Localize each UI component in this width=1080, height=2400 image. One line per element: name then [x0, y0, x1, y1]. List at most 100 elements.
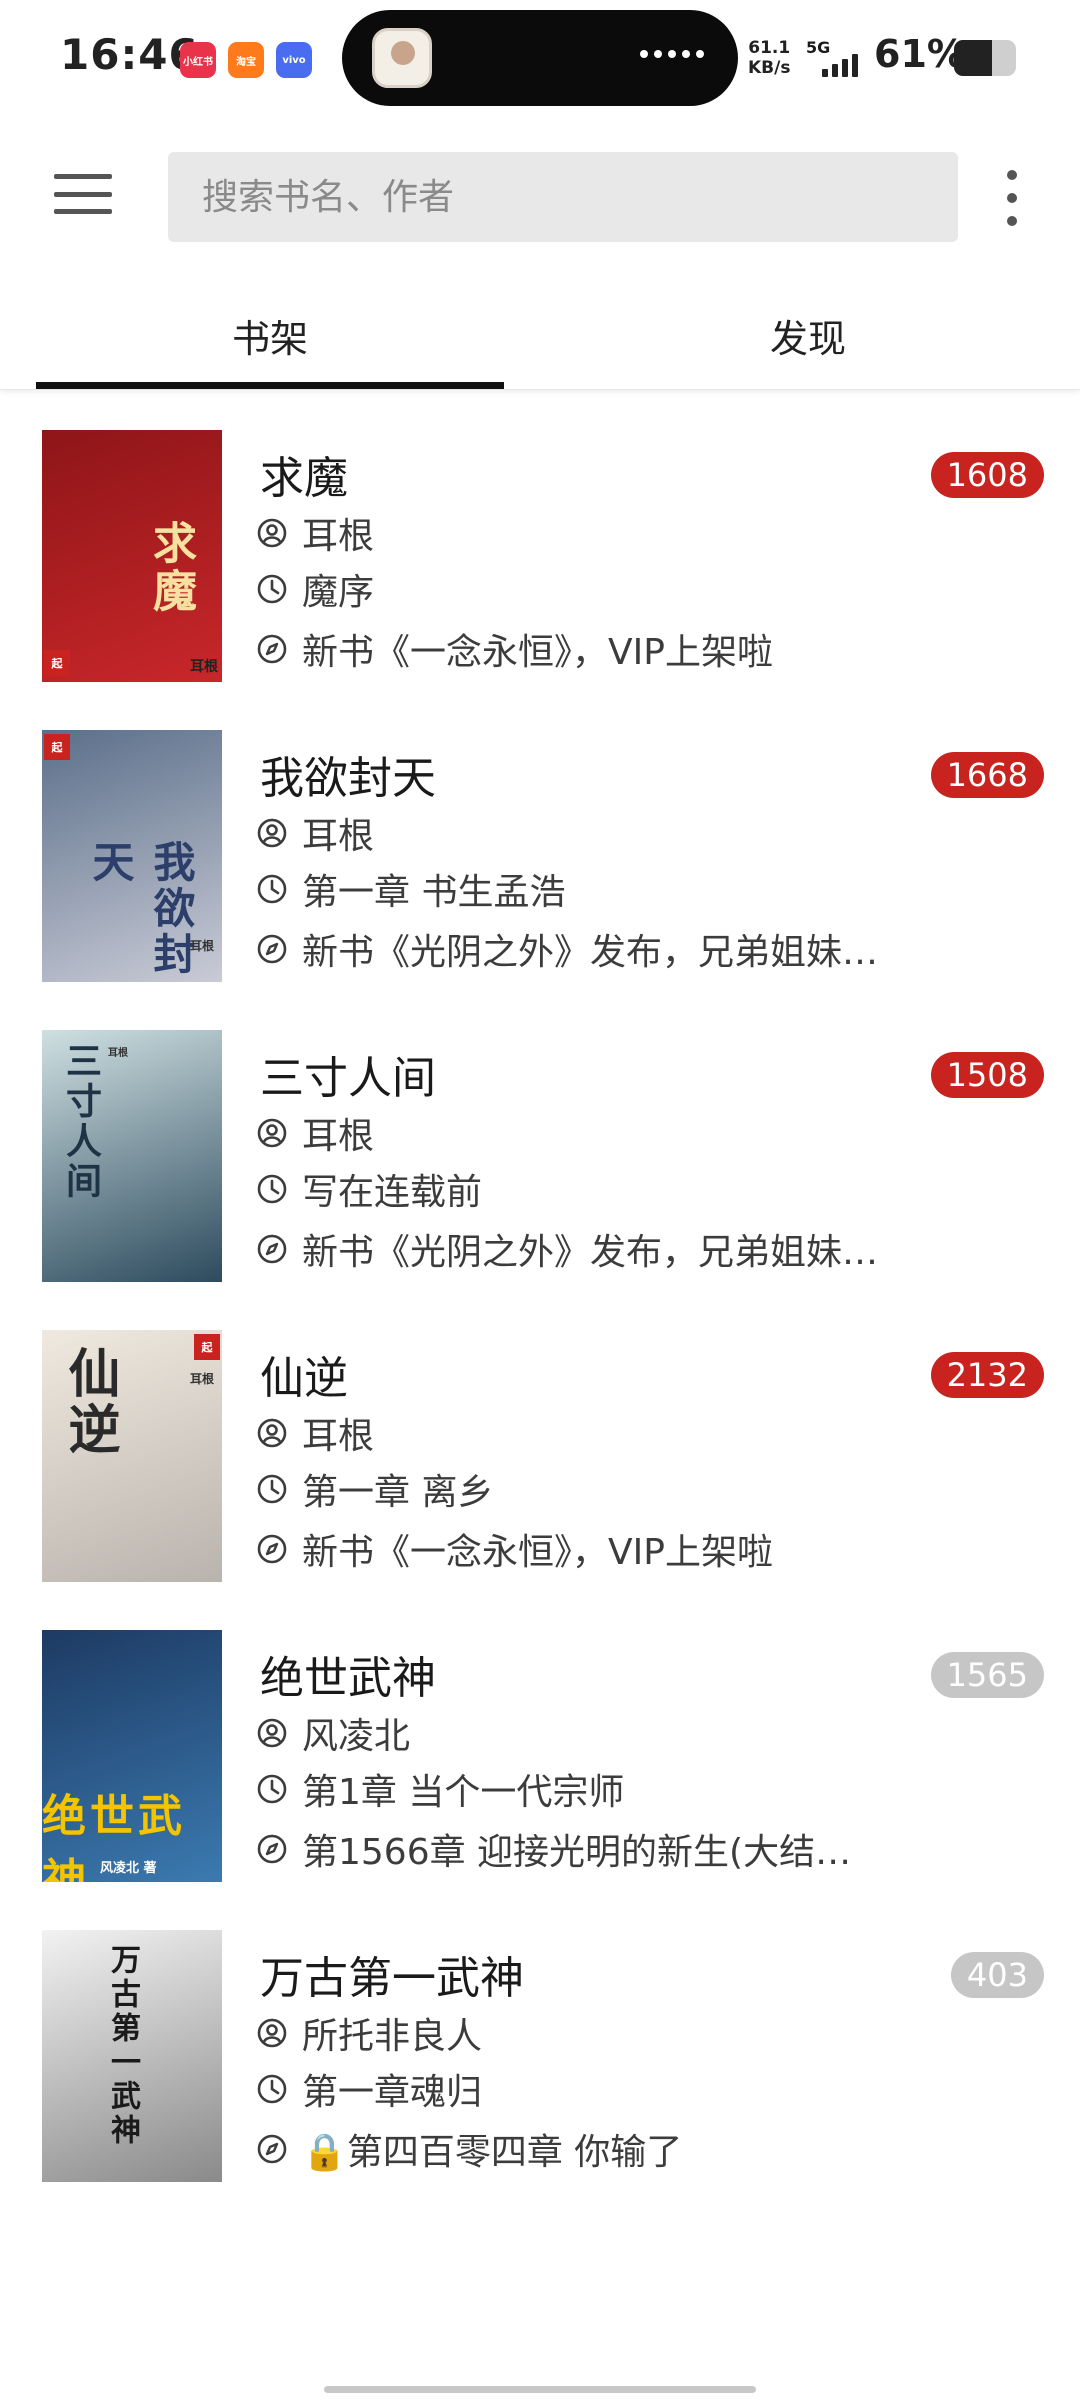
active-tab-indicator	[36, 382, 504, 389]
book-read-chapter-row: 第1章 当个一代宗师	[256, 1763, 624, 1815]
network-speed: 61.1 KB/s	[748, 38, 790, 78]
book-read-chapter-row: 第一章魂归	[256, 2063, 482, 2115]
book-cover: 绝世武神 风凌北 著 起	[42, 1630, 222, 1882]
book-cover: 求魔 耳根 起	[42, 430, 222, 682]
book-author-row: 耳根	[256, 507, 374, 559]
island-activity-indicator	[640, 50, 704, 58]
book-author: 所托非良人	[302, 2016, 483, 2057]
author-icon	[257, 818, 287, 848]
cover-author: 风凌北 著	[100, 1861, 157, 1876]
book-cover: 三寸人间 耳根 起	[42, 1030, 222, 1282]
unread-count-badge: 403	[950, 1952, 1044, 1998]
book-item[interactable]: 仙逆 耳根 起 仙逆 耳根 第一章 离乡 新书《一念永恒》，VIP上架啦 213…	[0, 1300, 1080, 1600]
book-item[interactable]: 三寸人间 耳根 起 三寸人间 耳根 写在连载前 新书《光阴之外	[0, 1000, 1080, 1300]
tab-bookshelf[interactable]: 书架	[36, 280, 504, 390]
clock-icon	[257, 574, 287, 604]
book-latest-chapter-row: 第1566章 迎接光明的新生(大结…	[256, 1823, 851, 1875]
book-latest-chapter: 新书《一念永恒》，VIP上架啦	[302, 1532, 773, 1573]
more-options-icon[interactable]	[992, 170, 1032, 226]
cover-publisher-badge: 起	[44, 734, 70, 760]
cover-author: 耳根	[189, 1372, 214, 1386]
book-latest-chapter-row: 新书《光阴之外》发布，兄弟姐妹…	[256, 923, 878, 975]
book-author: 耳根	[302, 1116, 375, 1157]
book-item[interactable]: 万古第一武神 起 万古第一武神 所托非良人 第一章魂归 🔒	[0, 1900, 1080, 2200]
author-icon	[257, 518, 287, 548]
author-icon	[257, 1118, 287, 1148]
cover-title: 仙逆	[59, 1346, 119, 1458]
book-latest-chapter: 新书《一念永恒》，VIP上架啦	[302, 632, 773, 673]
signal-bars-icon	[822, 54, 858, 77]
book-author: 耳根	[302, 516, 375, 557]
book-author: 耳根	[302, 816, 375, 857]
book-latest-chapter-row: 新书《一念永恒》，VIP上架啦	[256, 1523, 773, 1575]
book-read-chapter: 第1章 当个一代宗师	[302, 1772, 625, 1813]
book-read-chapter: 第一章 离乡	[302, 1472, 494, 1513]
book-latest-chapter: 新书《光阴之外》发布，兄弟姐妹…	[302, 1232, 879, 1273]
book-list: 求魔 耳根 起 求魔 耳根 魔序 新书《一念永恒》，VIP上架啦 1608 我欲…	[0, 400, 1080, 2200]
book-latest-chapter: 🔒第四百零四章 你输了	[302, 2132, 683, 2173]
book-item[interactable]: 我欲封天 耳根 起 我欲封天 耳根 第一章 书生孟浩 新书《光阴之外》发布，兄弟…	[0, 700, 1080, 1000]
book-cover: 万古第一武神 起	[42, 1930, 222, 2182]
unread-count-badge: 1508	[930, 1052, 1044, 1098]
compass-icon	[257, 1234, 287, 1264]
book-title: 仙逆	[260, 1353, 348, 1404]
book-read-chapter-row: 第一章 书生孟浩	[256, 863, 565, 915]
compass-icon	[257, 2134, 287, 2164]
clock-icon	[257, 1174, 287, 1204]
taobao-notification-icon: 淘宝	[228, 42, 264, 78]
book-read-chapter: 第一章魂归	[302, 2072, 483, 2113]
cover-author: 耳根	[108, 1048, 128, 1059]
book-item[interactable]: 求魔 耳根 起 求魔 耳根 魔序 新书《一念永恒》，VIP上架啦 1608	[0, 400, 1080, 700]
search-input[interactable]	[168, 152, 958, 242]
book-read-chapter: 第一章 书生孟浩	[302, 872, 566, 913]
cover-title: 万古第一武神	[105, 1944, 140, 2148]
book-latest-chapter: 第1566章 迎接光明的新生(大结…	[302, 1832, 852, 1873]
cover-publisher-badge: 起	[44, 650, 70, 676]
cover-author: 耳根	[190, 659, 218, 675]
book-author: 风凌北	[302, 1716, 411, 1757]
book-author: 耳根	[302, 1416, 375, 1457]
book-cover: 仙逆 耳根 起	[42, 1330, 222, 1582]
signal-icon: 5G	[806, 38, 866, 78]
unread-count-badge: 2132	[930, 1352, 1044, 1398]
unread-count-badge: 1668	[930, 752, 1044, 798]
notification-label: 淘宝	[236, 56, 256, 68]
book-latest-chapter: 新书《光阴之外》发布，兄弟姐妹…	[302, 932, 879, 973]
book-latest-chapter-row: 新书《光阴之外》发布，兄弟姐妹…	[256, 1223, 878, 1275]
book-author-row: 所托非良人	[256, 2007, 482, 2059]
menu-icon[interactable]	[54, 170, 112, 218]
book-item[interactable]: 绝世武神 风凌北 著 起 绝世武神 风凌北 第1章 当个一代宗师	[0, 1600, 1080, 1900]
cover-title: 求魔	[145, 520, 196, 616]
book-author-row: 耳根	[256, 1107, 374, 1159]
tab-discover[interactable]: 发现	[574, 280, 1042, 390]
book-title: 求魔	[260, 453, 348, 504]
book-read-chapter-row: 写在连载前	[256, 1163, 482, 1215]
cover-publisher-badge: 起	[194, 1334, 220, 1360]
battery-icon	[954, 40, 1016, 76]
home-indicator[interactable]	[324, 2386, 756, 2393]
book-read-chapter: 魔序	[302, 572, 375, 613]
clock-icon	[257, 1774, 287, 1804]
dynamic-island[interactable]	[342, 10, 738, 106]
author-icon	[257, 2018, 287, 2048]
cover-title: 三寸人间	[60, 1042, 101, 1202]
book-read-chapter-row: 第一章 离乡	[256, 1463, 493, 1515]
cover-author: 耳根	[189, 939, 214, 953]
book-read-chapter: 写在连载前	[302, 1172, 483, 1213]
unread-count-badge: 1565	[930, 1652, 1044, 1698]
network-speed-value: 61.1	[748, 38, 791, 58]
book-title: 万古第一武神	[260, 1953, 524, 2004]
search-bar[interactable]	[168, 152, 958, 242]
book-read-chapter-row: 魔序	[256, 563, 374, 615]
book-author-row: 耳根	[256, 1407, 374, 1459]
battery-fill	[954, 40, 992, 76]
compass-icon	[257, 1834, 287, 1864]
author-icon	[257, 1418, 287, 1448]
clock: 16:46	[60, 30, 199, 79]
notification-label: vivo	[282, 54, 306, 66]
tab-bar: 书架 发现	[0, 280, 1080, 390]
compass-icon	[257, 634, 287, 664]
book-latest-chapter-row: 🔒第四百零四章 你输了	[256, 2123, 682, 2175]
cover-title: 我欲封天	[86, 840, 196, 978]
book-author-row: 耳根	[256, 807, 374, 859]
